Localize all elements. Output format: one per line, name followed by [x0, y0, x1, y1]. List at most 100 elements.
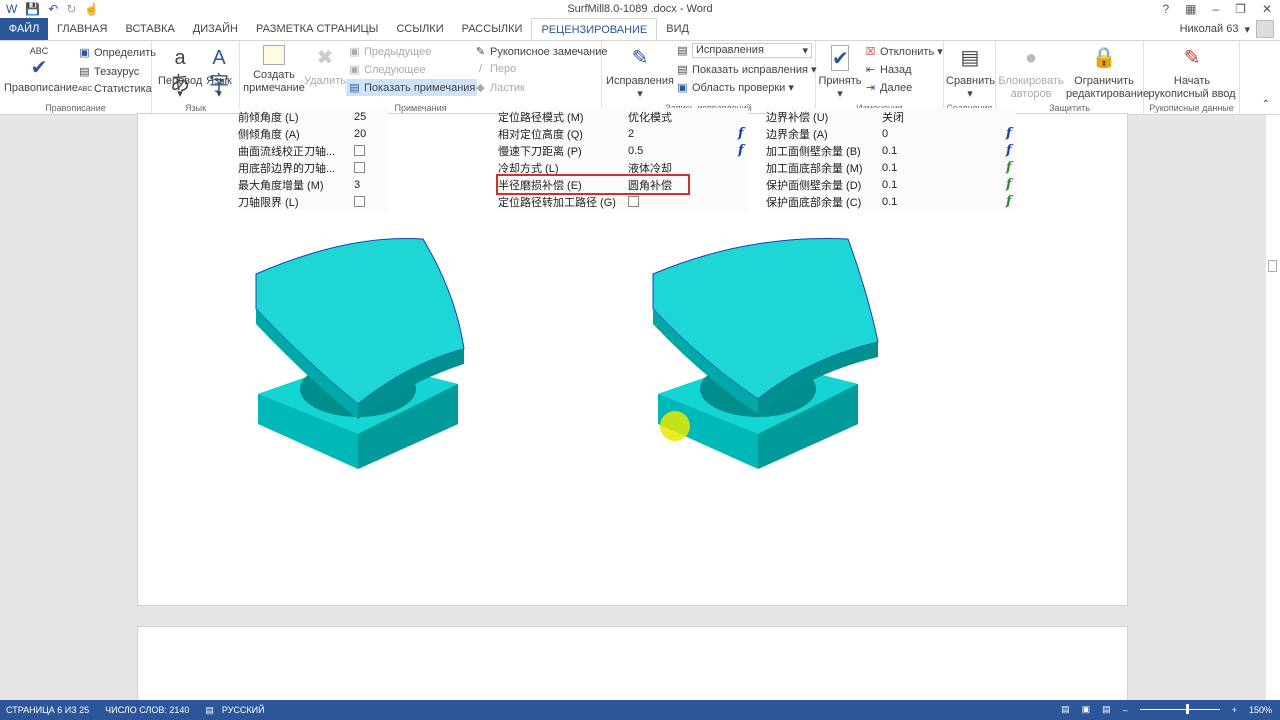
param-row: 保护面侧壁余量 (D) 0.1 f — [766, 176, 1016, 193]
param-label: 侧倾角度 (A) — [238, 128, 300, 141]
group-label: Правописание — [45, 103, 106, 113]
block-authors-label: Блокировать авторов — [998, 75, 1064, 100]
param-row: 边界余量 (A) 0 f — [766, 125, 1016, 142]
define-button[interactable]: ▣ Определить — [78, 46, 157, 60]
language-button[interactable]: A字 Язык ▾ — [202, 45, 236, 101]
param-label: 前倾角度 (L) — [238, 111, 299, 124]
param-label: 慢速下刀距离 (P) — [498, 145, 582, 158]
thesaurus-button[interactable]: ▤ Тезаурус — [78, 65, 139, 79]
param-checkbox[interactable] — [354, 145, 365, 156]
minimize-icon[interactable]: – — [1212, 2, 1219, 16]
page-count[interactable]: СТРАНИЦА 6 ИЗ 25 — [6, 705, 89, 715]
param-value[interactable]: 0.1 — [882, 196, 897, 208]
delete-comment-button[interactable]: ✖ Удалить — [304, 45, 346, 88]
help-icon[interactable]: ? — [1162, 2, 1169, 16]
param-value[interactable]: 0.5 — [628, 145, 643, 157]
scrollbar-thumb[interactable] — [1268, 260, 1277, 272]
zoom-level[interactable]: 150% — [1249, 705, 1272, 715]
vertical-scrollbar[interactable] — [1266, 115, 1280, 700]
param-row: 定位路径转加工路径 (G) — [498, 193, 748, 210]
zoom-out-button[interactable]: – — [1123, 705, 1128, 715]
restrict-editing-button[interactable]: 🔒 Ограничить редактирование — [1066, 45, 1149, 101]
formula-icon[interactable]: f — [1006, 160, 1012, 175]
block-authors-icon: ● — [1024, 47, 1038, 69]
reviewing-pane-button[interactable]: ▣ Область проверки ▾ — [676, 81, 794, 95]
param-value[interactable]: 液体冷却 — [628, 160, 672, 176]
start-inking-button[interactable]: ✎ Начать рукописный ввод — [1146, 45, 1238, 101]
user-account[interactable]: Николай 63 ▾ — [1180, 20, 1274, 38]
param-value[interactable]: 优化模式 — [628, 109, 672, 125]
tab-references[interactable]: ССЫЛКИ — [387, 18, 452, 40]
collapse-ribbon-icon[interactable]: ⌃ — [1262, 99, 1270, 110]
param-value[interactable]: 2 — [628, 128, 634, 140]
tab-home[interactable]: ГЛАВНАЯ — [48, 18, 116, 40]
reject-button[interactable]: ☒ Отклонить ▾ — [864, 45, 943, 59]
param-value[interactable]: 25 — [354, 111, 366, 123]
formula-icon[interactable]: f — [738, 126, 744, 141]
param-value[interactable]: 0.1 — [882, 179, 897, 191]
param-value[interactable]: 20 — [354, 128, 366, 140]
next-label: Следующее — [364, 63, 426, 76]
param-value[interactable]: 关闭 — [882, 109, 904, 125]
status-bar: СТРАНИЦА 6 ИЗ 25 ЧИСЛО СЛОВ: 2140 ▤ РУСС… — [0, 700, 1280, 720]
print-layout-icon[interactable]: ▣ — [1082, 704, 1091, 715]
language-status[interactable]: РУССКИЙ — [222, 705, 265, 715]
word-count[interactable]: ЧИСЛО СЛОВ: 2140 — [105, 705, 189, 715]
tab-review[interactable]: РЕЦЕНЗИРОВАНИЕ — [531, 18, 658, 40]
statistics-button[interactable]: ABC Статистика — [78, 83, 152, 95]
read-mode-icon[interactable]: ▤ — [1061, 704, 1070, 715]
param-value[interactable]: 圆角补偿 — [628, 177, 672, 193]
new-comment-icon — [263, 45, 285, 65]
tab-design[interactable]: ДИЗАЙН — [184, 18, 247, 40]
display-for-review[interactable]: ▤ Исправления ▾ — [676, 43, 812, 58]
param-value[interactable]: 0.1 — [882, 162, 897, 174]
param-value[interactable]: 0 — [882, 128, 888, 140]
translate-button[interactable]: aあ Перевод ▾ — [158, 45, 202, 101]
zoom-slider[interactable] — [1139, 704, 1220, 714]
next-comment-button[interactable]: ▣ Следующее — [348, 63, 426, 77]
spelling-button[interactable]: ABC ✔ Правописание — [4, 45, 78, 95]
new-comment-button[interactable]: Создать примечание — [242, 45, 306, 95]
accept-button[interactable]: ✔ Принять ▾ — [818, 45, 862, 101]
tab-mailings[interactable]: РАССЫЛКИ — [453, 18, 532, 40]
eraser-label: Ластик — [490, 81, 525, 94]
block-authors-button[interactable]: ● Блокировать авторов — [998, 45, 1064, 101]
formula-icon[interactable]: f — [738, 143, 744, 158]
param-row: 曲面流线校正刀轴... — [238, 142, 388, 159]
next-change-button[interactable]: ⇥ Далее — [864, 81, 912, 95]
web-layout-icon[interactable]: ▤ — [1102, 704, 1111, 715]
zoom-in-button[interactable]: + — [1232, 705, 1237, 715]
formula-icon[interactable]: f — [1006, 143, 1012, 158]
show-markup-button[interactable]: ▤ Показать исправления ▾ — [676, 63, 816, 77]
restore-icon[interactable]: ❐ — [1235, 2, 1246, 16]
previous-comment-button[interactable]: ▣ Предыдущее — [348, 45, 431, 59]
param-value[interactable]: 0.1 — [882, 145, 897, 157]
tab-insert[interactable]: ВСТАВКА — [116, 18, 183, 40]
param-checkbox[interactable] — [354, 162, 365, 173]
ribbon-display-icon[interactable]: ▦ — [1185, 2, 1196, 16]
define-label: Определить — [94, 46, 157, 59]
param-checkbox[interactable] — [628, 196, 639, 207]
param-value[interactable]: 3 — [354, 179, 360, 191]
previous-change-button[interactable]: ⇤ Назад — [864, 63, 912, 77]
tab-file[interactable]: ФАЙЛ — [0, 18, 48, 40]
param-label: 保护面底部余量 (C) — [766, 196, 862, 209]
proofing-icon[interactable]: ▤ — [205, 705, 214, 716]
show-comments-button[interactable]: ▤ Показать примечания — [346, 79, 478, 96]
track-changes-icon: ✎ — [631, 47, 649, 69]
tab-view[interactable]: ВИД — [657, 18, 698, 40]
close-icon[interactable]: ✕ — [1262, 2, 1272, 16]
param-row: 相对定位高度 (Q) 2 f — [498, 125, 748, 142]
track-changes-button[interactable]: ✎ Исправления ▾ — [606, 45, 674, 101]
compare-button[interactable]: ▤ Сравнить ▾ — [946, 45, 995, 101]
param-label: 加工面底部余量 (M) — [766, 162, 863, 175]
eraser-button[interactable]: ◆ Ластик — [474, 81, 525, 95]
formula-icon[interactable]: f — [1006, 194, 1012, 209]
formula-icon[interactable]: f — [1006, 126, 1012, 141]
tab-layout[interactable]: РАЗМЕТКА СТРАНИЦЫ — [247, 18, 387, 40]
param-checkbox[interactable] — [354, 196, 365, 207]
ink-comment-button[interactable]: ✎ Рукописное замечание — [474, 45, 608, 59]
pen-button[interactable]: / Перо — [474, 63, 516, 75]
group-label: Защитить — [1049, 103, 1090, 113]
formula-icon[interactable]: f — [1006, 177, 1012, 192]
